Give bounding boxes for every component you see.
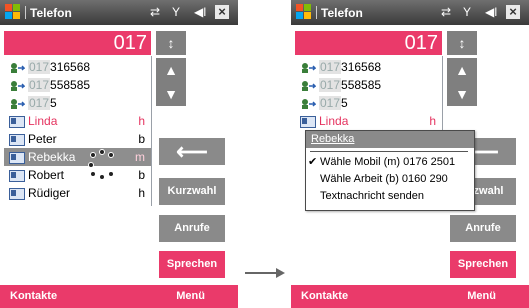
number-rest: 316568 xyxy=(341,60,382,74)
scroll-down-icon[interactable]: ▼ xyxy=(156,82,186,106)
softkey-bar: Kontakte Menü xyxy=(291,285,529,308)
title-bar: Telefon ⇄ Y ◀ǀ × xyxy=(0,0,238,25)
prefix-match: 017 xyxy=(319,96,342,110)
list-item[interactable]: 017558585 xyxy=(295,76,442,94)
call-history-icon xyxy=(300,79,317,91)
number-type: m xyxy=(135,150,145,164)
call-history-icon xyxy=(9,97,26,109)
phone-screen-after: Telefon ⇄ Y ◀ǀ × 017 ↕ 017316568 0175585… xyxy=(291,0,529,308)
contact-name: Robert xyxy=(28,168,65,182)
contact-card-icon xyxy=(9,133,25,146)
list-item[interactable]: Linda h xyxy=(4,112,151,130)
prefix-match: 017 xyxy=(28,78,51,92)
transition-arrow xyxy=(245,272,277,274)
volume-icon[interactable]: ◀ǀ xyxy=(485,5,497,19)
scroll-toggle-icon[interactable]: ↕ xyxy=(447,31,477,55)
contact-name: Rebekka xyxy=(28,150,76,164)
list-item[interactable]: 017316568 xyxy=(4,58,151,76)
transition-arrow-head xyxy=(276,268,285,278)
softkey-bar: Kontakte Menü xyxy=(0,285,238,308)
title-separator xyxy=(25,6,26,19)
prefix-match: 017 xyxy=(28,96,51,110)
list-item[interactable]: Rüdiger h xyxy=(4,184,151,202)
menu-divider xyxy=(310,151,468,152)
windows-start-icon[interactable] xyxy=(296,4,312,20)
prefix-match: 017 xyxy=(28,60,51,74)
app-title: Telefon xyxy=(321,6,363,20)
call-history-icon xyxy=(9,79,26,91)
scroll-down-icon[interactable]: ▼ xyxy=(447,82,477,106)
scroll-toggle-icon[interactable]: ↕ xyxy=(156,31,186,55)
anrufe-button[interactable]: Anrufe xyxy=(450,215,516,242)
softkey-kontakte[interactable]: Kontakte xyxy=(301,290,348,302)
sprechen-button[interactable]: Sprechen xyxy=(159,251,225,278)
volume-icon[interactable]: ◀ǀ xyxy=(194,5,206,19)
number-type: h xyxy=(429,114,436,128)
list-item[interactable]: Peter b xyxy=(4,130,151,148)
context-menu-header: Rebekka xyxy=(306,131,474,148)
menu-item-send-text[interactable]: Textnachricht senden xyxy=(306,188,474,204)
kurzwahl-button[interactable]: Kurzwahl xyxy=(159,178,225,205)
backspace-icon[interactable]: ⟵ xyxy=(159,138,225,165)
contact-list: 017316568 017558585 0175 Linda h Peter b… xyxy=(4,56,152,206)
menu-item-dial-mobile[interactable]: ✔ Wähle Mobil (m) 0176 2501 xyxy=(306,154,474,170)
number-type: b xyxy=(138,132,145,146)
number-type: h xyxy=(138,114,145,128)
contact-name: Peter xyxy=(28,132,57,146)
checkmark-icon: ✔ xyxy=(308,156,318,168)
scroll-up-icon[interactable]: ▲ xyxy=(447,58,477,82)
signal-icon[interactable]: Y xyxy=(463,5,471,19)
softkey-menu[interactable]: Menü xyxy=(176,290,205,302)
app-title: Telefon xyxy=(30,6,72,20)
close-icon[interactable]: × xyxy=(506,5,520,19)
phone-screen-before: Telefon ⇄ Y ◀ǀ × 017 ↕ 017316568 0175585… xyxy=(0,0,238,308)
list-item[interactable]: 0175 xyxy=(4,94,151,112)
contact-name: Rüdiger xyxy=(28,186,71,200)
scroll-up-icon[interactable]: ▲ xyxy=(156,58,186,82)
list-item[interactable]: 017316568 xyxy=(295,58,442,76)
dial-input[interactable]: 017 xyxy=(295,31,442,55)
tap-and-hold-indicator xyxy=(88,149,124,183)
connectivity-icon[interactable]: ⇄ xyxy=(150,5,160,19)
number-rest: 5 xyxy=(341,96,348,110)
connectivity-icon[interactable]: ⇄ xyxy=(441,5,451,19)
menu-item-dial-work[interactable]: Wähle Arbeit (b) 0160 290 xyxy=(306,171,474,187)
softkey-menu[interactable]: Menü xyxy=(467,290,496,302)
contact-card-icon xyxy=(300,115,316,128)
contact-card-icon xyxy=(9,115,25,128)
call-history-icon xyxy=(9,61,26,73)
number-type: h xyxy=(138,186,145,200)
contact-card-icon xyxy=(9,169,25,182)
contact-name: Linda xyxy=(319,114,349,128)
anrufe-button[interactable]: Anrufe xyxy=(159,215,225,242)
windows-start-icon[interactable] xyxy=(5,4,21,20)
list-item[interactable]: Robert b xyxy=(4,166,151,184)
title-bar: Telefon ⇄ Y ◀ǀ × xyxy=(291,0,529,25)
number-rest: 316568 xyxy=(50,60,91,74)
signal-icon[interactable]: Y xyxy=(172,5,180,19)
sprechen-button[interactable]: Sprechen xyxy=(450,251,516,278)
prefix-match: 017 xyxy=(319,60,342,74)
number-rest: 5 xyxy=(50,96,57,110)
number-type: b xyxy=(138,168,145,182)
softkey-kontakte[interactable]: Kontakte xyxy=(10,290,57,302)
contact-card-icon xyxy=(9,151,25,164)
number-rest: 558585 xyxy=(341,78,382,92)
prefix-match: 017 xyxy=(319,78,342,92)
dial-input[interactable]: 017 xyxy=(4,31,151,55)
call-history-icon xyxy=(300,61,317,73)
context-menu: Rebekka ✔ Wähle Mobil (m) 0176 2501 Wähl… xyxy=(305,130,475,211)
contact-name: Linda xyxy=(28,114,58,128)
list-item[interactable]: 0175 xyxy=(295,94,442,112)
contact-card-icon xyxy=(9,187,25,200)
list-item[interactable]: Linda h xyxy=(295,112,442,130)
number-rest: 558585 xyxy=(50,78,91,92)
close-icon[interactable]: × xyxy=(215,5,229,19)
list-item-selected[interactable]: Rebekka m xyxy=(4,148,151,166)
title-separator xyxy=(316,6,317,19)
list-item[interactable]: 017558585 xyxy=(4,76,151,94)
call-history-icon xyxy=(300,97,317,109)
